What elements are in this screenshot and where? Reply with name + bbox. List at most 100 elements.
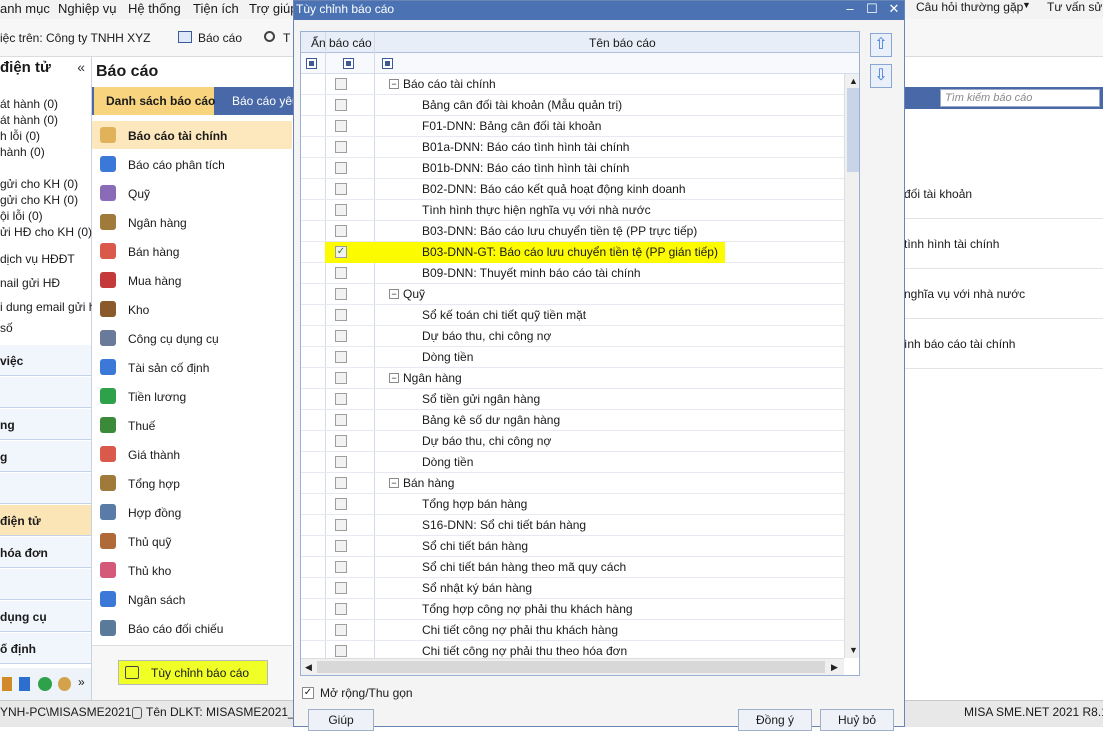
- report-list-item[interactable]: nghĩa vụ với nhà nước: [904, 269, 1103, 319]
- customize-report-button[interactable]: Tùy chỉnh báo cáo: [118, 660, 268, 685]
- left-status-item[interactable]: gửi cho KH (0): [0, 193, 78, 207]
- hide-report-checkbox[interactable]: [335, 393, 347, 405]
- report-row[interactable]: Chi tiết công nợ phải thu khách hàng: [301, 620, 844, 641]
- left-status-item[interactable]: nail gửi HĐ: [0, 276, 60, 290]
- report-button[interactable]: Báo cáo: [198, 31, 242, 45]
- hide-report-checkbox[interactable]: [335, 477, 347, 489]
- money-icon[interactable]: [38, 677, 52, 691]
- scroll-thumb-horizontal[interactable]: [317, 661, 825, 673]
- report-category-item[interactable]: Công cụ dụng cụ: [92, 324, 292, 352]
- hide-report-checkbox[interactable]: [335, 204, 347, 216]
- report-category-item[interactable]: Ngân sách: [92, 585, 292, 613]
- hide-report-checkbox[interactable]: [335, 603, 347, 615]
- report-category-item[interactable]: Quỹ: [92, 179, 292, 207]
- hide-report-checkbox[interactable]: ✓: [335, 246, 347, 258]
- report-group-row[interactable]: − Ngân hàng: [301, 368, 844, 389]
- hide-report-checkbox[interactable]: [335, 183, 347, 195]
- menu-tien-ich[interactable]: Tiện ích: [193, 1, 239, 16]
- report-category-item[interactable]: Thủ quỹ: [92, 527, 292, 555]
- report-row[interactable]: B03-DNN: Báo cáo lưu chuyển tiền tệ (PP …: [301, 221, 844, 242]
- report-category-item[interactable]: Báo cáo phân tích: [92, 150, 292, 178]
- report-category-item[interactable]: Tổng hợp: [92, 469, 292, 497]
- collapse-toggle-icon[interactable]: −: [389, 478, 399, 488]
- report-category-item[interactable]: Hợp đồng: [92, 498, 292, 526]
- menu-danh-muc[interactable]: anh mục: [0, 1, 50, 16]
- hide-report-checkbox[interactable]: [335, 435, 347, 447]
- collapse-toggle-icon[interactable]: −: [389, 373, 399, 383]
- horizontal-scrollbar[interactable]: ◀ ▶: [301, 658, 844, 675]
- report-category-item[interactable]: Giá thành: [92, 440, 292, 468]
- report-category-item[interactable]: Thuế: [92, 411, 292, 439]
- left-nav-item[interactable]: hóa đơn: [0, 537, 91, 568]
- search-icon[interactable]: [264, 31, 275, 42]
- menu-he-thong[interactable]: Hệ thống: [128, 1, 181, 16]
- left-status-item[interactable]: át hành (0): [0, 97, 58, 111]
- hide-report-checkbox[interactable]: [335, 582, 347, 594]
- left-nav-item[interactable]: việc: [0, 345, 91, 376]
- hide-report-checkbox[interactable]: [335, 519, 347, 531]
- help-button[interactable]: Giúp: [308, 709, 374, 731]
- report-row[interactable]: S16-DNN: Sổ chi tiết bán hàng: [301, 515, 844, 536]
- report-category-item[interactable]: Tiền lương: [92, 382, 292, 410]
- report-category-item[interactable]: Báo cáo đối chiếu: [92, 614, 292, 642]
- scroll-right-icon[interactable]: ▶: [831, 662, 838, 673]
- hide-report-checkbox[interactable]: [335, 330, 347, 342]
- filter-select-icon[interactable]: [306, 58, 317, 69]
- hide-report-checkbox[interactable]: [335, 561, 347, 573]
- left-nav-item[interactable]: dụng cụ: [0, 601, 91, 632]
- filter-hide-icon[interactable]: [343, 58, 354, 69]
- hide-report-checkbox[interactable]: [335, 540, 347, 552]
- left-status-item[interactable]: i dung email gửi h: [0, 300, 95, 314]
- hide-report-checkbox[interactable]: [335, 78, 347, 90]
- scroll-left-icon[interactable]: ◀: [305, 662, 312, 673]
- column-hide[interactable]: Ẩn báo cáo: [311, 36, 372, 50]
- report-row[interactable]: B02-DNN: Báo cáo kết quả hoạt động kinh …: [301, 179, 844, 200]
- report-row[interactable]: Sổ nhật ký bán hàng: [301, 578, 844, 599]
- collapse-icon[interactable]: «: [77, 59, 85, 75]
- hide-report-checkbox[interactable]: [335, 99, 347, 111]
- left-status-item[interactable]: ội lỗi (0): [0, 209, 43, 223]
- report-row[interactable]: Sổ tiền gửi ngân hàng: [301, 389, 844, 410]
- report-row[interactable]: Bảng kê số dư ngân hàng: [301, 410, 844, 431]
- filter-name-icon[interactable]: [382, 58, 393, 69]
- report-row[interactable]: Sổ chi tiết bán hàng: [301, 536, 844, 557]
- left-nav-item[interactable]: [0, 473, 91, 504]
- hide-report-checkbox[interactable]: [335, 498, 347, 510]
- report-search-input[interactable]: Tìm kiếm báo cáo: [940, 89, 1100, 107]
- report-category-item[interactable]: Mua hàng: [92, 266, 292, 294]
- hide-report-checkbox[interactable]: [335, 372, 347, 384]
- scroll-thumb[interactable]: [847, 88, 859, 172]
- hide-report-checkbox[interactable]: [335, 225, 347, 237]
- report-list-item[interactable]: đối tài khoản: [904, 169, 1103, 219]
- menu-nghiep-vu[interactable]: Nghiệp vụ: [58, 1, 117, 16]
- report-row[interactable]: ✓ B03-DNN-GT: Báo cáo lưu chuyển tiền tệ …: [301, 242, 844, 263]
- report-row[interactable]: Tình hình thực hiện nghĩa vụ với nhà nướ…: [301, 200, 844, 221]
- left-status-item[interactable]: át hành (0): [0, 113, 58, 127]
- left-nav-item[interactable]: [0, 377, 91, 408]
- move-down-icon[interactable]: ⇩: [870, 64, 892, 88]
- menu-tro-giup[interactable]: Trợ giúp: [249, 1, 298, 16]
- hide-report-checkbox[interactable]: [335, 162, 347, 174]
- consult-link[interactable]: Tư vấn sử: [1047, 0, 1102, 14]
- report-group-row[interactable]: − Quỹ: [301, 284, 844, 305]
- search-button[interactable]: T: [283, 31, 290, 45]
- minimize-icon[interactable]: –: [840, 1, 860, 20]
- user-icon[interactable]: [58, 677, 71, 691]
- hide-report-checkbox[interactable]: [335, 624, 347, 636]
- report-row[interactable]: B01b-DNN: Báo cáo tình hình tài chính: [301, 158, 844, 179]
- report-category-item[interactable]: Báo cáo tài chính: [92, 121, 292, 149]
- maximize-icon[interactable]: ☐: [862, 1, 882, 20]
- move-up-icon[interactable]: ⇧: [870, 33, 892, 57]
- scroll-up-icon[interactable]: ▲: [849, 76, 858, 86]
- report-category-item[interactable]: Tài sản cố định: [92, 353, 292, 381]
- book-icon[interactable]: [2, 677, 12, 691]
- left-nav-item[interactable]: ng: [0, 409, 91, 440]
- hide-report-checkbox[interactable]: [335, 120, 347, 132]
- cancel-button[interactable]: Huỷ bỏ: [820, 709, 894, 731]
- hide-report-checkbox[interactable]: [335, 288, 347, 300]
- report-category-item[interactable]: Ngân hàng: [92, 208, 292, 236]
- report-category-item[interactable]: Thủ kho: [92, 556, 292, 584]
- vertical-scrollbar[interactable]: ▲ ▼: [844, 74, 859, 658]
- faq-link[interactable]: Câu hỏi thường gặp: [916, 0, 1023, 14]
- report-row[interactable]: F01-DNN: Bảng cân đối tài khoản: [301, 116, 844, 137]
